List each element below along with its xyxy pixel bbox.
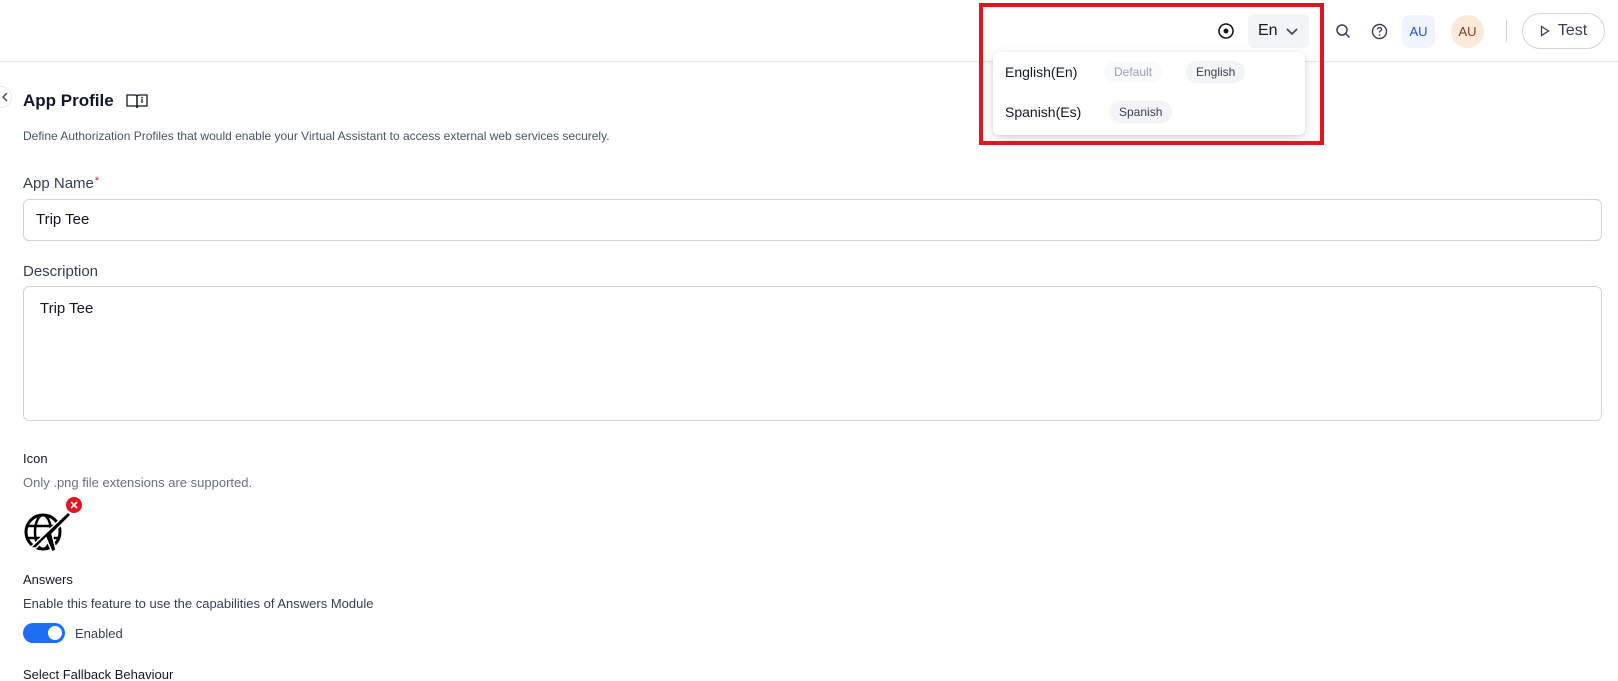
avatar[interactable]: AU bbox=[1402, 15, 1435, 48]
answers-toggle[interactable] bbox=[23, 623, 65, 643]
page-subtitle: Define Authorization Profiles that would… bbox=[23, 129, 610, 143]
answers-toggle-label: Enabled bbox=[75, 626, 123, 641]
toolbar-divider bbox=[1320, 20, 1321, 42]
chevron-down-icon bbox=[1285, 24, 1299, 38]
remove-icon-button[interactable] bbox=[66, 497, 82, 513]
language-option-name: English(En) bbox=[1005, 64, 1078, 80]
language-selected: En bbox=[1258, 22, 1278, 39]
book-info-icon[interactable] bbox=[126, 93, 148, 114]
help-icon[interactable] bbox=[1369, 21, 1389, 41]
fallback-label: Select Fallback Behaviour bbox=[23, 667, 174, 681]
answers-label: Answers bbox=[23, 572, 73, 587]
language-option-english[interactable]: English(En) Default English bbox=[993, 52, 1305, 92]
description-label: Description bbox=[23, 263, 99, 280]
globe-airplane-icon bbox=[24, 510, 73, 554]
target-icon[interactable] bbox=[1216, 21, 1236, 41]
play-icon bbox=[1540, 25, 1550, 37]
toolbar-divider bbox=[1506, 20, 1507, 42]
icon-hint: Only .png file extensions are supported. bbox=[23, 475, 253, 490]
app-name-label: App Name* bbox=[23, 175, 100, 192]
test-button[interactable]: Test bbox=[1522, 13, 1605, 49]
language-option-spanish[interactable]: Spanish(Es) Spanish bbox=[993, 92, 1305, 132]
language-tag: Spanish bbox=[1109, 101, 1173, 123]
close-icon bbox=[70, 501, 78, 509]
page-title: App Profile bbox=[23, 91, 114, 110]
default-badge: Default bbox=[1104, 61, 1163, 83]
collapse-sidebar-button[interactable] bbox=[0, 86, 12, 108]
search-icon[interactable] bbox=[1333, 21, 1353, 41]
toggle-knob bbox=[48, 626, 62, 640]
description-textarea[interactable]: Trip Tee bbox=[23, 286, 1602, 421]
language-option-name: Spanish(Es) bbox=[1005, 104, 1082, 120]
app-name-input[interactable]: Trip Tee bbox=[23, 199, 1602, 241]
language-dropdown: English(En) Default English Spanish(Es) … bbox=[993, 52, 1305, 135]
top-bar: En AU AU Test bbox=[0, 0, 1618, 62]
language-tag: English bbox=[1186, 61, 1246, 83]
required-marker: * bbox=[94, 175, 100, 187]
icon-label: Icon bbox=[23, 451, 48, 466]
test-button-label: Test bbox=[1557, 22, 1588, 39]
user-avatar[interactable]: AU bbox=[1451, 15, 1484, 48]
language-selector[interactable]: En bbox=[1248, 14, 1309, 48]
answers-hint: Enable this feature to use the capabilit… bbox=[23, 596, 374, 611]
app-icon-preview bbox=[22, 504, 73, 554]
chevron-left-icon bbox=[1, 92, 9, 102]
